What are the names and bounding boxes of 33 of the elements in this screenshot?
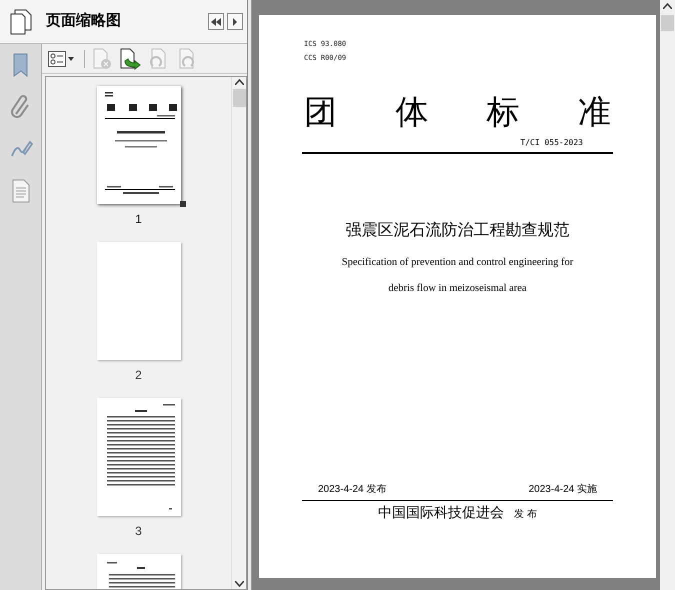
issue-date: 2023-4-24 发布 [318,482,386,496]
publisher-suffix: 发 布 [514,508,538,522]
effective-date: 2023-4-24 实施 [528,482,597,496]
heading-character: 准 [578,95,611,128]
heading-character: 标 [486,95,520,128]
page-number: 2 [135,367,142,384]
list-icon [48,50,66,66]
english-title: Specification of prevention and control engineering for [342,256,574,270]
standard-title: 强震区泥石流防治工程勘查规范 [346,218,570,240]
page-number: 3 [135,523,142,540]
page-thumbnail[interactable] [96,86,180,204]
scroll-up-icon[interactable] [663,3,672,9]
scroll-up-icon[interactable] [234,79,244,85]
panel-title: 页面缩略图 [46,11,122,32]
caret-icon [68,56,74,60]
expand-panel-button[interactable] [227,13,243,30]
heading-character: 团 [304,95,337,128]
publisher: 中国国际科技促进会 [378,504,504,523]
resize-handle[interactable] [180,201,186,207]
page-thumbnail[interactable] [96,398,180,516]
right-arrow-icon [233,18,237,26]
english-title: debris flow in meizoseismal area [388,282,527,296]
scroll-down-icon[interactable] [234,581,244,587]
double-left-arrow-icon [211,18,221,26]
scrollbar-thumb[interactable] [661,15,674,31]
heading-character: 体 [395,95,428,128]
collapse-panel-button[interactable] [208,13,224,30]
pages-icon [9,8,33,34]
page-number: 1 [135,211,142,228]
insert-page-icon[interactable] [119,48,141,70]
standard-number: T/CI 055-2023 [520,137,583,149]
page-thumbnail[interactable] [96,242,180,360]
scrollbar-thumb[interactable] [232,89,246,107]
